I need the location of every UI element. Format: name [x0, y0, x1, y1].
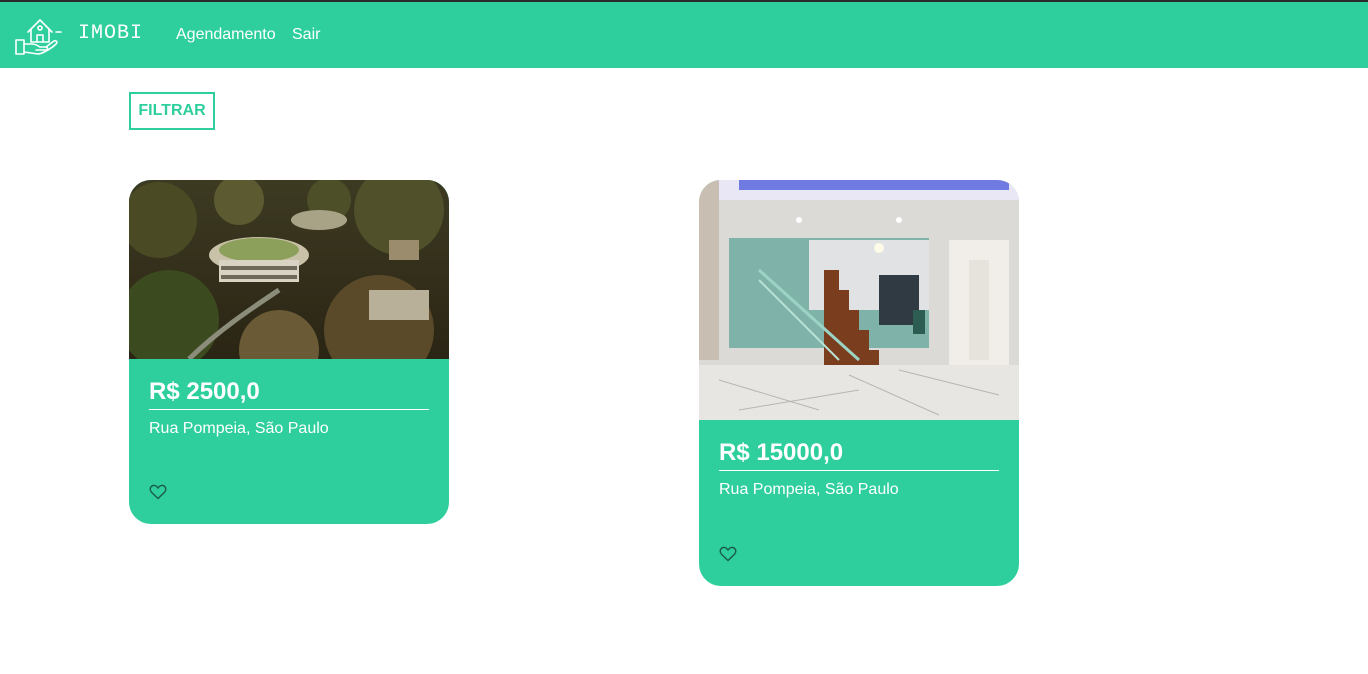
navbar: IMOBI Agendamento Sair — [0, 2, 1368, 68]
property-card[interactable]: R$ 15000,0 Rua Pompeia, São Paulo — [699, 180, 1019, 586]
heart-icon[interactable] — [149, 484, 167, 500]
brand-name[interactable]: IMOBI — [78, 22, 143, 45]
heart-icon[interactable] — [719, 546, 737, 562]
property-photo[interactable] — [699, 180, 1019, 420]
property-card[interactable]: R$ 2500,0 Rua Pompeia, São Paulo — [129, 180, 449, 524]
property-photo[interactable] — [129, 180, 449, 359]
filter-button[interactable]: FILTRAR — [129, 92, 215, 130]
property-address: Rua Pompeia, São Paulo — [149, 420, 329, 437]
house-hand-icon — [15, 19, 62, 55]
property-price: R$ 15000,0 — [719, 438, 999, 471]
property-address: Rua Pompeia, São Paulo — [719, 481, 899, 498]
card-body: R$ 2500,0 Rua Pompeia, São Paulo — [129, 359, 449, 438]
nav-link-agendamento[interactable]: Agendamento — [176, 26, 276, 44]
nav-link-sair[interactable]: Sair — [292, 26, 320, 44]
property-price: R$ 2500,0 — [149, 377, 429, 410]
card-body: R$ 15000,0 Rua Pompeia, São Paulo — [699, 420, 1019, 499]
